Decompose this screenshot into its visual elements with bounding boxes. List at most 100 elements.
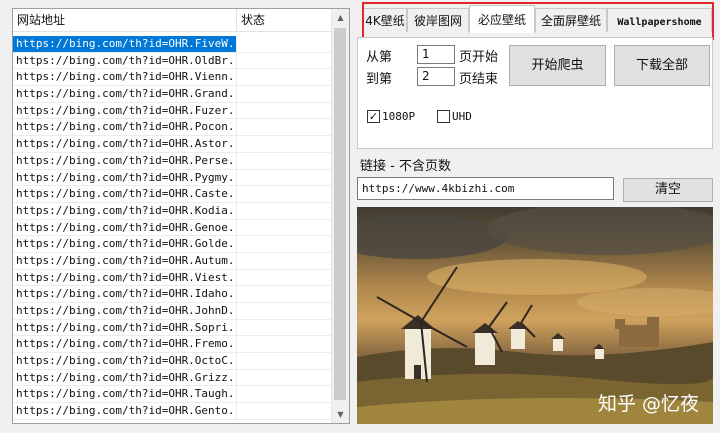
row-url: https://bing.com/th?id=OHR.Autum...: [13, 252, 237, 269]
tab-bian-tuwang[interactable]: 彼岸图网: [407, 8, 469, 32]
list-rows: https://bing.com/th?id=OHR.FiveW... https…: [13, 36, 333, 420]
from-page-suffix: 页开始: [459, 50, 499, 65]
row-status: [237, 336, 333, 352]
list-row[interactable]: https://bing.com/th?id=OHR.Grand...: [13, 86, 333, 103]
row-status: [237, 286, 333, 302]
row-url: https://bing.com/th?id=OHR.OldBr...: [13, 52, 237, 69]
url-list-view[interactable]: 网站地址 状态 https://bing.com/th?id=OHR.FiveW…: [12, 8, 350, 424]
row-status: [237, 403, 333, 419]
list-row[interactable]: https://bing.com/th?id=OHR.Genoe...: [13, 219, 333, 237]
row-status: [237, 119, 333, 135]
list-row[interactable]: https://bing.com/th?id=OHR.Caste...: [13, 186, 333, 203]
checkbox-uhd[interactable]: [437, 110, 450, 123]
row-url: https://bing.com/th?id=OHR.Idaho...: [13, 286, 237, 302]
row-url: https://bing.com/th?id=OHR.JohnD...: [13, 303, 237, 319]
download-all-button[interactable]: 下载全部: [614, 45, 710, 86]
list-row[interactable]: https://bing.com/th?id=OHR.Pocon...: [13, 119, 333, 137]
row-url: https://bing.com/th?id=OHR.Fremo...: [13, 336, 237, 353]
wallpaper-preview-image: 知乎 @忆夜: [357, 207, 713, 424]
row-status: [237, 370, 333, 386]
checkbox-uhd-label: UHD: [452, 110, 472, 123]
row-status: [237, 36, 333, 52]
tab-label: 彼岸图网: [413, 14, 462, 28]
row-status: [237, 303, 333, 319]
row-status: [237, 69, 333, 85]
row-status: [237, 153, 333, 169]
row-status: [237, 320, 333, 336]
tab-4k-wallpaper[interactable]: 4K壁纸: [363, 8, 407, 32]
tab-label: 必应壁纸: [477, 13, 526, 27]
row-url: https://bing.com/th?id=OHR.Golde...: [13, 236, 237, 252]
row-url: https://bing.com/th?id=OHR.Taugh...: [13, 386, 237, 403]
list-row[interactable]: https://bing.com/th?id=OHR.Viest...: [13, 269, 333, 287]
list-row[interactable]: https://bing.com/th?id=OHR.JohnD...: [13, 303, 333, 320]
row-status: [237, 236, 333, 252]
tab-wallpapershome[interactable]: Wallpapershome: [607, 8, 712, 32]
row-status: [237, 53, 333, 69]
list-header: 网站地址 状态: [13, 9, 333, 32]
from-page-input[interactable]: 1: [417, 45, 455, 64]
row-status: [237, 253, 333, 269]
row-status: [237, 270, 333, 286]
list-row[interactable]: https://bing.com/th?id=OHR.Astor...: [13, 136, 333, 153]
row-url: https://bing.com/th?id=OHR.Grizz...: [13, 369, 237, 386]
row-url: https://bing.com/th?id=OHR.FiveW...: [13, 36, 237, 52]
list-row[interactable]: https://bing.com/th?id=OHR.Gento...: [13, 403, 333, 420]
scroll-up-arrow-icon[interactable]: ▲: [332, 9, 349, 26]
scroll-thumb[interactable]: [334, 28, 346, 400]
row-url: https://bing.com/th?id=OHR.Caste...: [13, 186, 237, 202]
watermark-text: 知乎 @忆夜: [597, 393, 699, 415]
row-status: [237, 86, 333, 102]
row-status: [237, 136, 333, 152]
checkbox-1080p[interactable]: ✓: [367, 110, 380, 123]
list-row[interactable]: https://bing.com/th?id=OHR.OldBr...: [13, 52, 333, 70]
list-row[interactable]: https://bing.com/th?id=OHR.Grizz...: [13, 369, 333, 387]
tab-label: 全面屏壁纸: [540, 14, 601, 28]
scroll-down-arrow-icon[interactable]: ▼: [332, 406, 349, 423]
row-url: https://bing.com/th?id=OHR.Viest...: [13, 269, 237, 286]
list-row[interactable]: https://bing.com/th?id=OHR.Perse...: [13, 152, 333, 170]
tab-label: Wallpapershome: [617, 17, 702, 28]
tab-bing-wallpaper[interactable]: 必应壁纸: [469, 5, 535, 33]
list-row[interactable]: https://bing.com/th?id=OHR.FiveW...: [13, 36, 333, 53]
column-header-url[interactable]: 网站地址: [13, 9, 237, 31]
row-url: https://bing.com/th?id=OHR.Pygmy...: [13, 169, 237, 186]
row-status: [237, 103, 333, 119]
row-url: https://bing.com/th?id=OHR.Sopri...: [13, 319, 237, 336]
list-row[interactable]: https://bing.com/th?id=OHR.Autum...: [13, 252, 333, 270]
url-input[interactable]: https://www.4kbizhi.com: [357, 177, 614, 200]
row-url: https://bing.com/th?id=OHR.Vienn...: [13, 69, 237, 86]
list-row[interactable]: https://bing.com/th?id=OHR.Taugh...: [13, 386, 333, 404]
row-url: https://bing.com/th?id=OHR.Gento...: [13, 403, 237, 419]
row-status: [237, 386, 333, 402]
list-row[interactable]: https://bing.com/th?id=OHR.OctoC...: [13, 353, 333, 370]
link-heading: 链接 - 不含页数: [360, 159, 451, 174]
row-url: https://bing.com/th?id=OHR.Fuzer...: [13, 102, 237, 119]
row-url: https://bing.com/th?id=OHR.Perse...: [13, 152, 237, 169]
clear-button[interactable]: 清空: [623, 178, 713, 202]
list-row[interactable]: https://bing.com/th?id=OHR.Golde...: [13, 236, 333, 253]
to-page-input[interactable]: 2: [417, 67, 455, 86]
start-crawl-button[interactable]: 开始爬虫: [509, 45, 606, 86]
row-url: https://bing.com/th?id=OHR.OctoC...: [13, 353, 237, 369]
list-row[interactable]: https://bing.com/th?id=OHR.Kodia...: [13, 202, 333, 220]
row-url: https://bing.com/th?id=OHR.Astor...: [13, 136, 237, 152]
list-row[interactable]: https://bing.com/th?id=OHR.Fuzer...: [13, 102, 333, 120]
row-status: [237, 170, 333, 186]
list-row[interactable]: https://bing.com/th?id=OHR.Vienn...: [13, 69, 333, 87]
row-url: https://bing.com/th?id=OHR.Grand...: [13, 86, 237, 102]
column-header-status[interactable]: 状态: [237, 9, 333, 31]
tab-fullscreen-wallpaper[interactable]: 全面屏壁纸: [535, 8, 607, 32]
list-row[interactable]: https://bing.com/th?id=OHR.Fremo...: [13, 336, 333, 354]
tab-label: 4K壁纸: [365, 14, 405, 28]
row-status: [237, 220, 333, 236]
list-row[interactable]: https://bing.com/th?id=OHR.Idaho...: [13, 286, 333, 303]
list-scrollbar[interactable]: ▲ ▼: [331, 9, 349, 423]
to-page-suffix: 页结束: [459, 72, 499, 87]
list-row[interactable]: https://bing.com/th?id=OHR.Pygmy...: [13, 169, 333, 187]
checkbox-1080p-label: 1080P: [382, 110, 416, 123]
row-url: https://bing.com/th?id=OHR.Kodia...: [13, 202, 237, 219]
list-row[interactable]: https://bing.com/th?id=OHR.Sopri...: [13, 319, 333, 337]
from-page-label: 从第: [366, 50, 393, 65]
row-status: [237, 353, 333, 369]
